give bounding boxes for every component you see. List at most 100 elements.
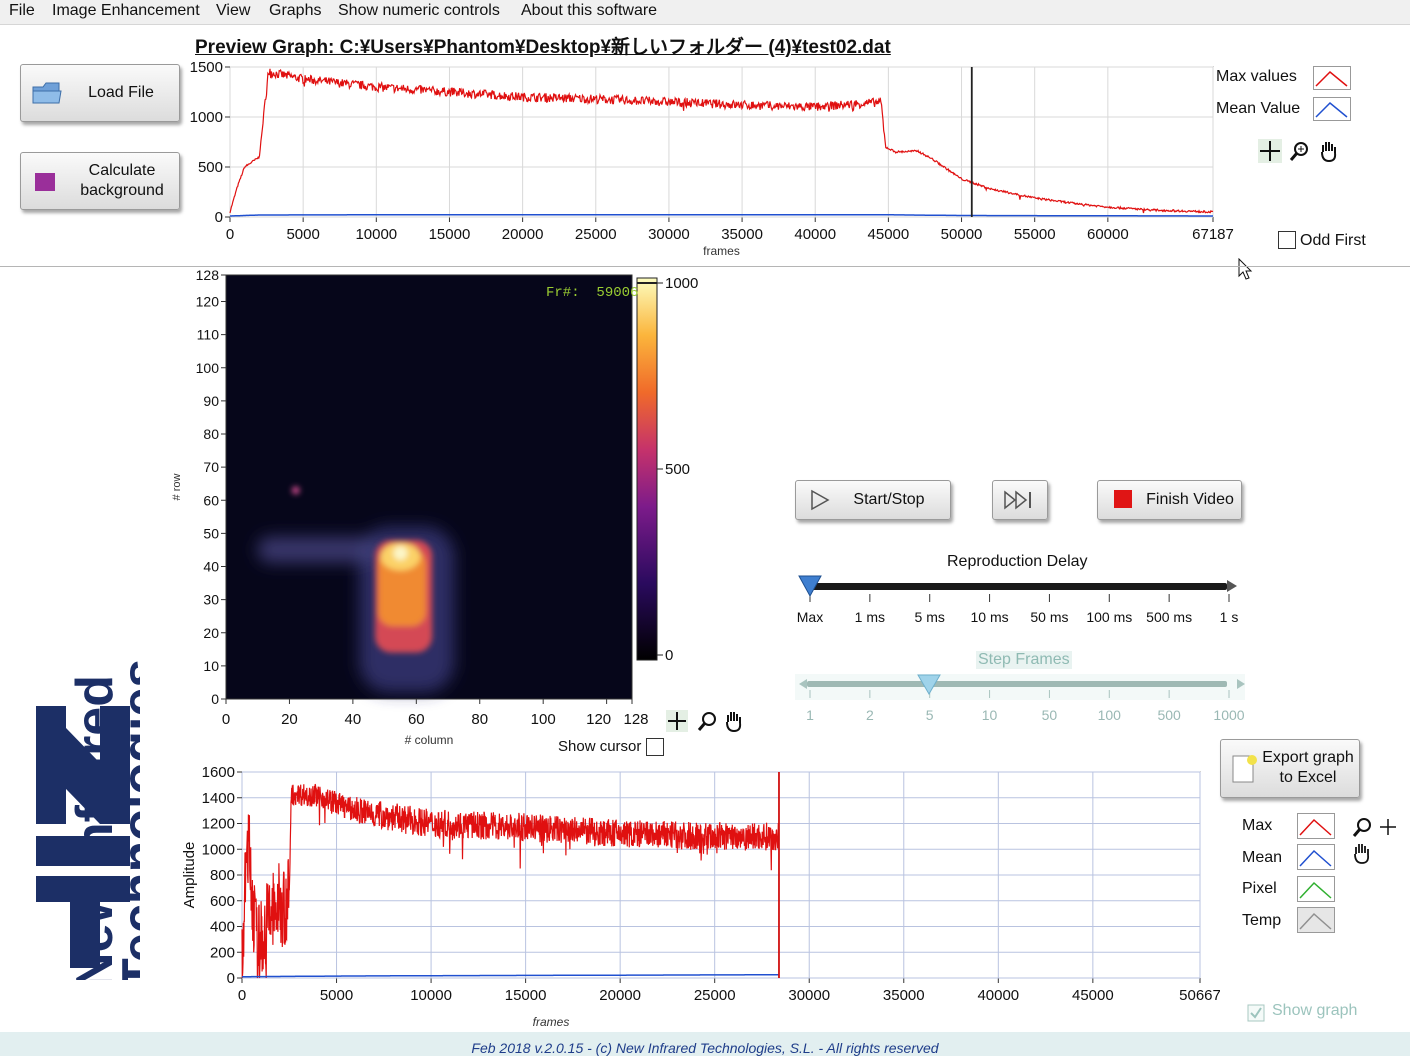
y-tick-label: 110: [197, 327, 220, 343]
legend-temp-swatch[interactable]: [1297, 907, 1335, 933]
show-graph-label: Show graph: [1272, 1002, 1358, 1019]
legend-max-values-swatch[interactable]: [1313, 66, 1351, 90]
show-cursor-checkbox[interactable]: [646, 738, 664, 756]
legend-temp-label: Temp: [1242, 912, 1282, 929]
menu-view[interactable]: View: [216, 2, 250, 20]
odd-first-label: Odd First: [1300, 232, 1366, 249]
slider-tick-label: 1000: [1213, 707, 1245, 723]
y-tick-label: 10: [203, 658, 219, 674]
zoom-icon[interactable]: [1288, 139, 1312, 163]
menu-about[interactable]: About this software: [521, 2, 657, 20]
colorbar-tick-label: 500: [665, 461, 690, 478]
slider-tick-label: 500: [1157, 707, 1181, 723]
crosshair-icon[interactable]: [1380, 819, 1396, 835]
y-tick-label: 500: [198, 159, 223, 176]
section-divider: [0, 266, 1410, 267]
next-frame-button[interactable]: [992, 480, 1048, 520]
y-tick-label: 40: [203, 559, 219, 575]
x-tick-label: 35000: [721, 226, 763, 243]
x-tick-label: 20: [281, 711, 298, 728]
slider-tick-label: 50 ms: [1030, 609, 1069, 625]
export-graph-label: Export graph to Excel: [1262, 749, 1354, 786]
zoom-icon[interactable]: [1352, 818, 1371, 837]
x-tick-label: 50667: [1179, 987, 1220, 1004]
finish-video-label: Finish Video: [1146, 491, 1234, 508]
bottom-tool-icons: [1352, 818, 1396, 864]
y-tick-label: 1600: [202, 764, 235, 781]
legend-mean-value-swatch[interactable]: [1313, 97, 1351, 121]
y-tick-label: 120: [196, 294, 220, 310]
y-tick-label: 0: [211, 691, 219, 707]
y-tick-label: 100: [196, 360, 220, 376]
y-tick-label: 400: [210, 919, 235, 936]
y-tick-label: 70: [203, 459, 219, 475]
hand-icon[interactable]: [1354, 844, 1370, 864]
hand-icon[interactable]: [726, 712, 742, 733]
x-tick-label: 80: [471, 711, 488, 728]
amplitude-chart[interactable]: 0 5000 10000 15000 20000 25000 30000 35000 40000…: [170, 760, 1220, 1030]
hand-icon[interactable]: [1317, 139, 1341, 163]
y-tick-label: 90: [203, 393, 219, 409]
menu-file[interactable]: File: [9, 2, 35, 20]
slider-tick-label: 10 ms: [970, 609, 1009, 625]
finish-video-button[interactable]: Finish Video: [1097, 480, 1242, 520]
background-swatch-icon: [35, 173, 55, 191]
legend-pixel-label: Pixel: [1242, 880, 1277, 897]
legend-max-values-label: Max values: [1216, 68, 1297, 85]
calculate-background-button[interactable]: Calculate background: [20, 152, 180, 210]
y-axis-label-group: # row: [171, 473, 183, 500]
preview-graph-title: Preview Graph: C:¥Users¥Phantom¥Desktop¥…: [195, 37, 891, 58]
x-tick-label: 50000: [941, 226, 983, 243]
heat-spot-small: [291, 486, 300, 495]
slider-tick-label: Max: [796, 609, 824, 625]
legend-mean-value-label: Mean Value: [1216, 100, 1301, 117]
y-tick-label: 20: [203, 625, 219, 641]
y-axis-label: Amplitude: [181, 842, 198, 909]
load-file-button[interactable]: Load File: [20, 64, 180, 122]
export-to-excel-button[interactable]: Export graph to Excel: [1220, 739, 1360, 798]
legend-mean-swatch[interactable]: [1297, 844, 1335, 870]
x-tick-label: 10000: [355, 226, 397, 243]
menu-graphs[interactable]: Graphs: [269, 2, 321, 20]
x-tick-label: 20000: [502, 226, 544, 243]
odd-first-checkbox[interactable]: [1278, 231, 1296, 249]
x-tick-label: 25000: [694, 987, 736, 1004]
x-tick-label: 120: [586, 711, 611, 728]
thermal-image-view[interactable]: 0 20 40 60 80 100 120 128 0 10 20 30 40 50 60 70 80 90 100…: [168, 268, 753, 753]
reproduction-delay-slider[interactable]: [795, 574, 1245, 604]
y-tick-label: 1400: [202, 790, 235, 807]
legend-pixel-swatch[interactable]: [1297, 876, 1335, 902]
start-stop-button[interactable]: Start/Stop: [795, 480, 951, 520]
x-tick-label: 60: [408, 711, 425, 728]
image-tool-icons: [666, 710, 742, 733]
preview-chart[interactable]: 0 5000 10000 15000 20000 25000 30000 35000 40000…: [180, 58, 1240, 270]
step-frames-title: Step Frames: [976, 651, 1072, 669]
play-icon: [811, 489, 830, 511]
load-file-label: Load File: [88, 84, 154, 101]
frame-number-label: Fr#: 59006: [546, 285, 639, 301]
folder-icon: [32, 82, 62, 104]
y-tick-label: 1500: [190, 59, 223, 76]
colorbar-tick-label: 0: [665, 647, 673, 664]
step-frames-slider: [795, 674, 1245, 700]
zoom-icon[interactable]: [697, 712, 716, 731]
slider-tick-label: 1 s: [1219, 609, 1239, 625]
crosshair-icon[interactable]: [666, 710, 688, 732]
legend-max-swatch[interactable]: [1297, 813, 1335, 839]
x-axis-label: frames: [703, 244, 740, 258]
y-axis-label-group: Amplitude: [181, 842, 198, 909]
show-graph-checkbox: [1247, 1004, 1265, 1022]
x-tick-label: 25000: [575, 226, 617, 243]
y-tick-label: 1200: [202, 816, 235, 833]
menu-show-numeric-controls[interactable]: Show numeric controls: [338, 2, 500, 20]
crosshair-icon[interactable]: [1258, 139, 1282, 163]
x-tick-label: 15000: [429, 226, 471, 243]
x-axis-label: # column: [405, 733, 454, 747]
slider-tick-label: 1 ms: [854, 609, 886, 625]
x-tick-label: 30000: [788, 987, 830, 1004]
menu-image-enhancement[interactable]: Image Enhancement: [52, 2, 200, 20]
x-tick-label: 15000: [505, 987, 547, 1004]
x-tick-label: 45000: [1072, 987, 1114, 1004]
y-tick-label: 800: [210, 867, 235, 884]
x-tick-label: 35000: [883, 987, 925, 1004]
